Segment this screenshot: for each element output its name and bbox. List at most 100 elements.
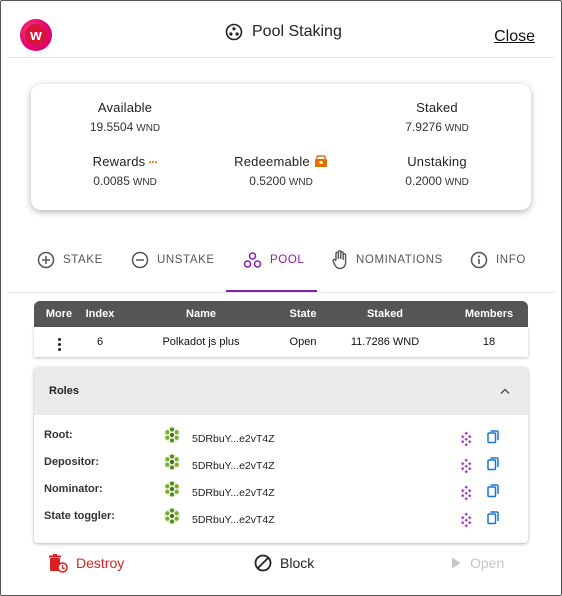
table-row: 6 Polkadot js plus Open 11.7286 WND 18 (34, 327, 528, 357)
role-address: 5DRbuY...e2vT4Z (192, 487, 275, 499)
tab-info[interactable]: INFO (470, 232, 526, 292)
unstaking-unit: WND (444, 177, 469, 188)
page-title-group: Pool Staking (225, 23, 342, 41)
role-row-depositor: Depositor: 5DRbuY...e2vT4Z (34, 454, 528, 478)
pool-staking-icon (225, 23, 243, 41)
pool-staked: 11.7286 WND (350, 336, 420, 348)
tab-bar: STAKE UNSTAKE POOL NOMINATIONS INFO (1, 232, 561, 292)
info-icon (470, 251, 488, 269)
rewards-value: 0.0085 (93, 174, 130, 188)
destroy-button[interactable]: Destroy (48, 549, 124, 577)
subscan-explorer-icon[interactable] (458, 485, 474, 501)
tab-nominations-label: NOMINATIONS (356, 254, 443, 266)
redeemable-label: Redeemable (234, 154, 310, 169)
redeemable-value: 0.5200 (249, 174, 286, 188)
unstaking-balance: Unstaking 0.2000 WND (387, 154, 487, 188)
hand-icon (332, 250, 347, 270)
tab-pool-label: POOL (270, 254, 305, 266)
unstaking-label: Unstaking (407, 154, 467, 169)
pool-staking-window: w Pool Staking Close Available 19.5504 WN… (0, 0, 562, 596)
role-label: Depositor: (44, 456, 99, 468)
available-balance: Available 19.5504 WND (75, 100, 175, 134)
available-value: 19.5504 (89, 120, 134, 134)
copy-icon[interactable] (487, 484, 499, 498)
identicon-icon (164, 454, 180, 470)
logo-letter: w (25, 24, 47, 46)
staked-label: Staked (416, 100, 458, 115)
redeemable-balance: Redeemable 0.5200 WND (226, 154, 336, 188)
copy-icon[interactable] (487, 430, 499, 444)
tab-stake-label: STAKE (63, 254, 103, 266)
open-label: Open (470, 555, 505, 571)
copy-icon[interactable] (487, 457, 499, 471)
role-row-root: Root: 5DRbuY...e2vT4Z (34, 427, 528, 451)
identicon-icon (164, 508, 180, 524)
pool-state: Open (289, 336, 317, 348)
page-title: Pool Staking (252, 23, 342, 40)
roles-title: Roles (49, 385, 79, 397)
play-icon (452, 557, 461, 569)
staked-balance: Staked 7.9276 WND (387, 100, 487, 134)
role-row-nominator: Nominator: 5DRbuY...e2vT4Z (34, 481, 528, 505)
role-address: 5DRbuY...e2vT4Z (192, 433, 275, 445)
tab-stake[interactable]: STAKE (37, 232, 103, 292)
staked-value: 7.9276 (405, 120, 442, 134)
role-row-state-toggler: State toggler: 5DRbuY...e2vT4Z (34, 508, 528, 532)
destroy-label: Destroy (76, 555, 125, 571)
col-name: Name (186, 308, 216, 320)
pool-name: Polkadot js plus (162, 336, 240, 348)
available-label: Available (97, 100, 153, 115)
unstaking-value: 0.2000 (405, 174, 442, 188)
minus-circle-icon (131, 251, 149, 269)
identicon-icon (164, 427, 180, 443)
block-button[interactable]: Block (254, 549, 314, 577)
subscan-explorer-icon[interactable] (458, 512, 474, 528)
pool-actions: Destroy Block Open (1, 549, 561, 577)
destroy-icon (49, 554, 68, 573)
balance-card: Available 19.5504 WND Staked 7.9276 WND Re… (31, 84, 531, 210)
pool-icon (243, 252, 262, 268)
header-divider (7, 57, 555, 58)
col-more: More (45, 308, 73, 320)
rewards-balance: Rewards ··· 0.0085 WND (75, 154, 175, 188)
subscan-explorer-icon[interactable] (458, 458, 474, 474)
tab-unstake-label: UNSTAKE (157, 254, 215, 266)
tab-unstake[interactable]: UNSTAKE (131, 232, 215, 292)
pool-members: 18 (482, 336, 496, 348)
open-button[interactable]: Open (450, 549, 504, 577)
tabs-divider (7, 292, 555, 293)
col-staked: Staked (366, 308, 404, 320)
available-unit: WND (136, 123, 161, 134)
more-options-icon[interactable] (54, 336, 65, 353)
redeemable-unit: WND (288, 177, 313, 188)
pool-index: 6 (96, 336, 104, 348)
col-state: State (289, 308, 317, 320)
role-label: Root: (44, 429, 73, 441)
tab-nominations[interactable]: NOMINATIONS (332, 232, 443, 292)
tab-pool[interactable]: POOL (243, 232, 304, 292)
roles-panel: Roles Root: 5DRbuY...e2vT4Z Depositor: 5… (34, 367, 528, 543)
plus-circle-icon (37, 251, 55, 269)
block-label: Block (280, 555, 315, 571)
col-members: Members (464, 308, 514, 320)
staked-unit: WND (444, 123, 469, 134)
subscan-explorer-icon[interactable] (458, 431, 474, 447)
identicon-icon (164, 481, 180, 497)
rewards-label: Rewards (92, 154, 146, 169)
role-label: State toggler: (44, 510, 115, 522)
rewards-more-icon[interactable]: ··· (148, 155, 158, 169)
roles-accordion-header[interactable]: Roles (34, 367, 528, 415)
pool-table-header: More Index Name State Staked Members (34, 301, 528, 327)
copy-icon[interactable] (487, 511, 499, 525)
redeem-icon[interactable] (314, 155, 328, 168)
role-label: Nominator: (44, 483, 103, 495)
tab-info-label: INFO (496, 254, 526, 266)
role-address: 5DRbuY...e2vT4Z (192, 460, 275, 472)
close-button[interactable]: Close (494, 28, 535, 46)
col-index: Index (85, 308, 115, 320)
role-address: 5DRbuY...e2vT4Z (192, 514, 275, 526)
chevron-up-icon (500, 387, 510, 394)
rewards-unit: WND (132, 177, 157, 188)
pool-table: More Index Name State Staked Members 6 P… (34, 301, 528, 357)
block-icon (254, 554, 272, 572)
